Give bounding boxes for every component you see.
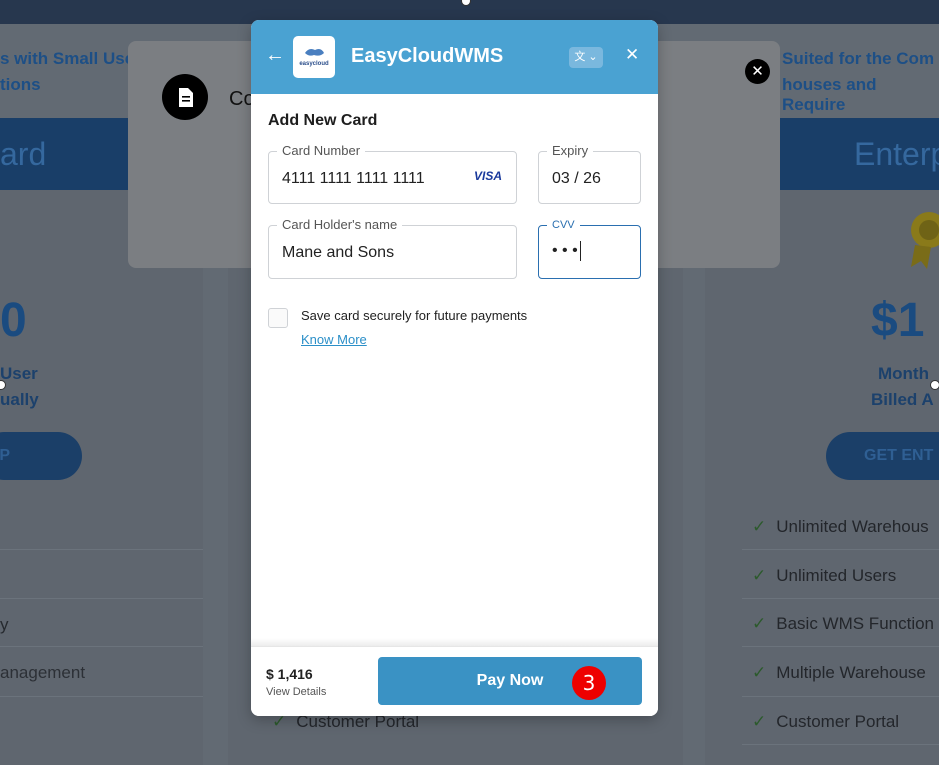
right-divider-2 bbox=[742, 598, 939, 599]
left-plan-signup-label: P bbox=[0, 447, 10, 464]
save-card-label: Save card securely for future payments bbox=[301, 308, 528, 323]
right-plan-title: Enterp bbox=[854, 136, 939, 172]
card-number-label: Card Number bbox=[277, 143, 366, 158]
right-feature-item: ✓ Basic WMS Function bbox=[752, 614, 934, 634]
right-billing-line-1: Month bbox=[878, 364, 929, 383]
right-plan-get-label: GET ENT bbox=[864, 447, 934, 464]
underlying-dialog-close-icon[interactable]: ✕ bbox=[745, 59, 770, 84]
modal-header: ← easycloud EasyCloudWMS 文 ⌄ ✕ bbox=[251, 20, 658, 94]
cvv-value: • • • bbox=[552, 242, 578, 260]
right-feature-label: Unlimited Warehous bbox=[776, 517, 929, 536]
check-icon: ✓ bbox=[752, 712, 767, 731]
left-divider-2 bbox=[0, 598, 203, 599]
right-feature-label: Unlimited Users bbox=[776, 566, 897, 585]
payment-modal: ← easycloud EasyCloudWMS 文 ⌄ ✕ Add New C… bbox=[251, 20, 658, 716]
card-holder-label: Card Holder's name bbox=[277, 217, 403, 232]
cvv-field[interactable]: CVV • • • bbox=[538, 219, 641, 279]
check-icon: ✓ bbox=[752, 566, 767, 585]
total-amount: $ 1,416 bbox=[266, 666, 313, 682]
selection-handle[interactable] bbox=[930, 380, 939, 390]
left-feature-2: anagement bbox=[0, 663, 86, 682]
cvv-label: CVV bbox=[547, 219, 580, 231]
brand-name: EasyCloudWMS bbox=[351, 45, 504, 67]
know-more-link[interactable]: Know More bbox=[301, 332, 367, 347]
right-plan-get-button[interactable]: GET ENT bbox=[826, 432, 939, 480]
section-title: Add New Card bbox=[268, 112, 378, 129]
check-icon: ✓ bbox=[752, 663, 767, 682]
right-feature-item: ✓ Customer Portal bbox=[752, 712, 899, 732]
right-divider-4 bbox=[742, 696, 939, 697]
card-holder-field[interactable]: Card Holder's name Mane and Sons bbox=[268, 217, 517, 279]
expiry-field[interactable]: Expiry 03 / 26 bbox=[538, 143, 641, 204]
document-icon bbox=[162, 74, 208, 120]
view-details-link[interactable]: View Details bbox=[266, 686, 326, 698]
step-number-badge: 3 bbox=[572, 666, 606, 700]
left-plan-heading-line-1: s with Small Use bbox=[0, 49, 135, 68]
close-icon[interactable]: ✕ bbox=[625, 45, 639, 65]
right-divider-1 bbox=[742, 549, 939, 550]
right-plan-heading-line-2: houses and Require bbox=[782, 75, 877, 114]
save-card-checkbox[interactable] bbox=[268, 308, 288, 328]
card-number-field[interactable]: Card Number 4111 1111 1111 1111 VISA bbox=[268, 143, 517, 204]
left-plan-title: ard bbox=[0, 136, 47, 172]
right-feature-item: ✓ Multiple Warehouse bbox=[752, 663, 926, 683]
left-divider-1 bbox=[0, 549, 203, 550]
left-plan-heading-line-2: tions bbox=[0, 75, 41, 94]
right-plan-heading-line-1: Suited for the Com bbox=[782, 49, 935, 68]
left-billing-line-1: User bbox=[0, 364, 38, 383]
right-divider-3 bbox=[742, 646, 939, 647]
expiry-value: 03 / 26 bbox=[552, 170, 601, 187]
brand-logo: easycloud bbox=[293, 36, 335, 78]
check-icon: ✓ bbox=[752, 517, 767, 536]
text-caret bbox=[579, 241, 581, 261]
left-divider-4 bbox=[0, 696, 203, 697]
card-number-value: 4111 1111 1111 1111 bbox=[282, 170, 425, 187]
right-feature-label: Multiple Warehouse bbox=[776, 663, 926, 682]
back-arrow-icon[interactable]: ← bbox=[265, 44, 285, 67]
right-divider-5 bbox=[742, 744, 939, 745]
language-selector[interactable]: 文 ⌄ bbox=[569, 47, 603, 68]
left-divider-3 bbox=[0, 646, 203, 647]
right-plan-price: $1 bbox=[871, 294, 925, 347]
medal-icon bbox=[905, 205, 939, 275]
card-holder-value: Mane and Sons bbox=[282, 244, 395, 261]
cvv-value-wrap: • • • bbox=[552, 241, 581, 261]
visa-logo: VISA bbox=[473, 169, 502, 183]
left-billing-line-2: ually bbox=[0, 390, 39, 409]
left-plan-signup-button[interactable]: P bbox=[0, 432, 82, 480]
right-feature-item: ✓ Unlimited Users bbox=[752, 566, 896, 586]
right-billing-line-2: Billed A bbox=[871, 390, 934, 409]
left-plan-price: 0 bbox=[0, 294, 27, 347]
footer-shadow bbox=[251, 638, 658, 646]
right-feature-label: Basic WMS Function bbox=[776, 614, 935, 633]
expiry-label: Expiry bbox=[547, 143, 594, 158]
check-icon: ✓ bbox=[752, 614, 767, 633]
left-feature-1: y bbox=[0, 615, 9, 634]
brand-logo-text: easycloud bbox=[299, 61, 329, 67]
right-feature-item: ✓ Unlimited Warehous bbox=[752, 517, 929, 537]
right-feature-label: Customer Portal bbox=[776, 712, 900, 731]
